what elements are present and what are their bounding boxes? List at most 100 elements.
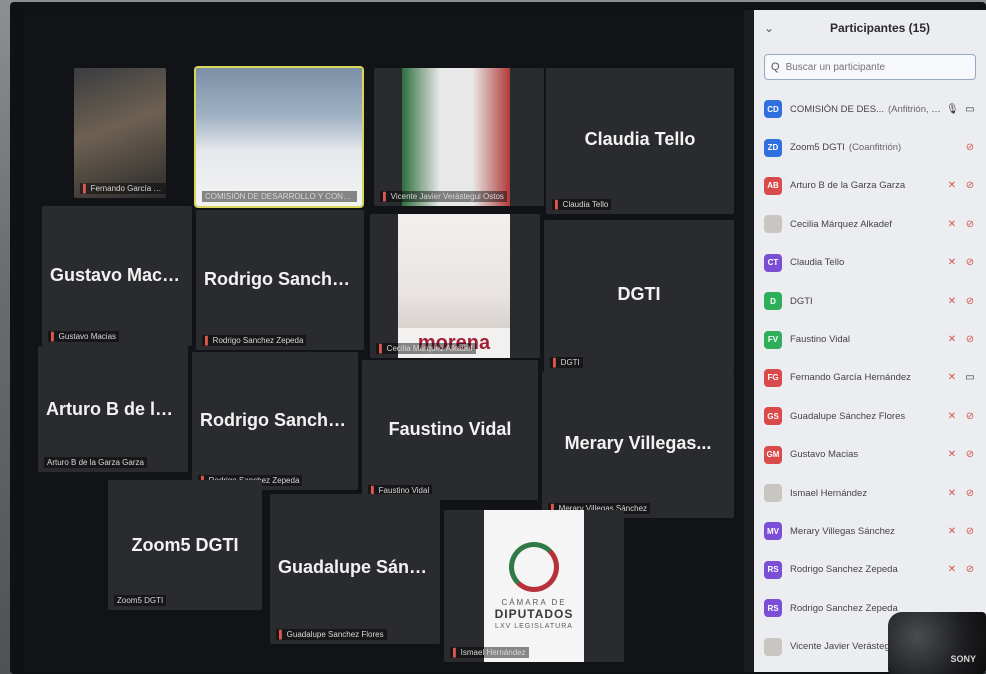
mic-off-icon: ▌ xyxy=(205,336,211,345)
mic-off-icon[interactable]: ✕ xyxy=(946,219,958,230)
participant-video xyxy=(402,68,510,206)
participant-name: DGTI xyxy=(790,296,942,307)
mic-off-icon[interactable]: ✕ xyxy=(946,449,958,460)
participant-status-icons: ✕ ⊘ xyxy=(946,449,976,460)
video-tile[interactable]: ▌Fernando García Hernández xyxy=(74,68,166,198)
search-box[interactable]: Q xyxy=(764,54,976,80)
participant-status-icons: ✕ ⊘ xyxy=(946,526,976,537)
participant-status-icons: ⊘ xyxy=(964,142,976,153)
mic-off-icon[interactable]: ✕ xyxy=(946,488,958,499)
camera-on-icon[interactable]: ▭ xyxy=(964,372,976,383)
camera-off-icon[interactable]: ⊘ xyxy=(964,142,976,153)
mic-on-icon[interactable]: 🎙 xyxy=(946,104,959,115)
avatar: MV xyxy=(764,522,782,541)
camera-off-icon[interactable]: ⊘ xyxy=(964,411,976,422)
panel-title: Participantes (15) xyxy=(829,21,931,35)
video-tile[interactable]: Merary Villegas... ▌ Merary Villegas Sánc… xyxy=(542,372,734,518)
video-tile[interactable]: Arturo B de la G... Arturo B de la Garza… xyxy=(38,346,188,472)
participant-name-text: Gustavo Macias xyxy=(790,449,859,461)
tile-name: Claudia Tello xyxy=(584,129,696,150)
participant-item[interactable]: GM Gustavo Macias ✕ ⊘ xyxy=(754,436,986,474)
participant-name-text: Claudia Tello xyxy=(790,257,845,269)
camera-off-icon[interactable]: ⊘ xyxy=(964,257,976,268)
video-tile[interactable]: morena ▌ Cecilia Márquez Alkadef xyxy=(370,214,540,358)
participant-item[interactable]: FG Fernando García Hernández ✕ ▭ xyxy=(754,359,986,397)
participant-name-text: Faustino Vidal xyxy=(790,334,851,346)
participant-status-icons: ✕ ⊘ xyxy=(946,257,976,268)
participant-item[interactable]: D DGTI ✕ ⊘ xyxy=(754,282,986,320)
participant-name-text: Ismael Hernández xyxy=(790,487,868,499)
tile-label: ▌ Gustavo Macias xyxy=(48,331,120,342)
video-tile[interactable]: ▌ Vicente Javier Verástegui Ostos xyxy=(374,68,544,206)
participant-item[interactable]: MV Merary Villegas Sánchez ✕ ⊘ xyxy=(754,512,986,550)
video-tile[interactable]: Claudia Tello ▌ Claudia Tello xyxy=(546,68,734,214)
video-tile[interactable]: Guadalupe Sánc... ▌ Guadalupe Sanchez Flo… xyxy=(270,494,440,644)
mic-off-icon[interactable]: ✕ xyxy=(946,296,958,307)
video-tile[interactable]: Rodrigo Sanche... ▌Rodrigo Sanchez Zeped… xyxy=(196,210,364,350)
tile-name: Merary Villegas... xyxy=(564,433,712,454)
video-tile[interactable]: Faustino Vidal ▌ Faustino Vidal xyxy=(362,360,538,500)
video-tile[interactable]: CÁMARA DE DIPUTADOS LXV LEGISLATURA ▌ Ism… xyxy=(444,510,624,662)
video-tile[interactable]: DGTI ▌ DGTI xyxy=(544,220,734,372)
participant-item[interactable]: ZD Zoom5 DGTI (Coanfitrión) ⊘ xyxy=(754,128,986,166)
video-tile-active-speaker[interactable]: COMISIÓN DE DESARROLLO Y CONSERVACIÓN... xyxy=(194,66,364,208)
avatar: D xyxy=(764,292,782,311)
participant-item[interactable]: CD COMISIÓN DE DES... (Anfitrión, yo) 🎙 ▭ xyxy=(754,90,986,128)
participant-item[interactable]: GS Guadalupe Sánchez Flores ✕ ⊘ xyxy=(754,397,986,435)
participant-name: COMISIÓN DE DES... (Anfitrión, yo) xyxy=(790,104,942,115)
participant-name-text: Rodrigo Sanchez Zepeda xyxy=(790,602,898,614)
video-tile[interactable]: Zoom5 DGTI Zoom5 DGTI xyxy=(108,480,262,610)
mic-off-icon[interactable]: ✕ xyxy=(946,564,958,575)
mic-off-icon[interactable]: ✕ xyxy=(946,411,958,422)
mic-off-icon[interactable]: ✕ xyxy=(946,334,958,345)
camera-off-icon[interactable]: ⊘ xyxy=(964,296,976,307)
participant-role: (Anfitrión, yo) xyxy=(887,103,942,115)
participant-name: Rodrigo Sanchez Zepeda xyxy=(790,564,942,575)
tile-name: DGTI xyxy=(617,283,661,304)
participant-item[interactable]: FV Faustino Vidal ✕ ⊘ xyxy=(754,320,986,358)
mic-off-icon[interactable]: ✕ xyxy=(946,180,958,191)
camara-diputados-logo: CÁMARA DE DIPUTADOS LXV LEGISLATURA xyxy=(484,510,584,662)
mic-off-icon[interactable]: ✕ xyxy=(946,372,958,383)
participant-item[interactable]: Cecilia Márquez Alkadef ✕ ⊘ xyxy=(754,205,986,243)
camera-off-icon[interactable]: ⊘ xyxy=(964,526,976,537)
tile-name: Arturo B de la G... xyxy=(46,398,188,419)
tile-label: ▌ Cecilia Márquez Alkadef xyxy=(376,343,476,354)
camera-off-icon[interactable]: ⊘ xyxy=(964,488,976,499)
participant-status-icons: 🎙 ▭ xyxy=(946,104,976,115)
participant-item[interactable]: AB Arturo B de la Garza Garza ✕ ⊘ xyxy=(754,167,986,205)
camera-off-icon[interactable]: ⊘ xyxy=(964,180,976,191)
video-tile[interactable]: Rodrigo Sanche... ▌Rodrigo Sanchez Zeped… xyxy=(192,352,358,490)
video-tile[interactable]: Gustavo Macias ▌ Gustavo Macias xyxy=(42,206,192,346)
avatar: RS xyxy=(764,560,782,579)
mic-off-icon[interactable]: ✕ xyxy=(946,526,958,537)
camera-device: SONY xyxy=(888,612,986,674)
search-icon: Q xyxy=(771,61,780,73)
participant-name-text: Arturo B de la Garza Garza xyxy=(790,180,906,192)
avatar: ZD xyxy=(764,138,782,157)
chevron-down-icon[interactable]: ⌄ xyxy=(764,21,784,35)
tile-name: Rodrigo Sanche... xyxy=(204,268,358,289)
mic-off-icon[interactable]: ✕ xyxy=(946,257,958,268)
participant-status-icons: ✕ ⊘ xyxy=(946,296,976,307)
search-input[interactable] xyxy=(783,60,958,74)
participant-status-icons: ✕ ⊘ xyxy=(946,219,976,230)
camera-off-icon[interactable]: ⊘ xyxy=(964,334,976,345)
participant-status-icons: ✕ ▭ xyxy=(946,372,976,383)
avatar xyxy=(764,637,782,656)
participant-video: morena xyxy=(398,214,510,358)
participant-video xyxy=(74,68,166,198)
camera-off-icon[interactable]: ⊘ xyxy=(964,449,976,460)
participant-name-text: Rodrigo Sanchez Zepeda xyxy=(790,564,898,576)
screen: ▌Fernando García Hernández COMISIÓN DE D… xyxy=(24,10,986,672)
participant-item[interactable]: CT Claudia Tello ✕ ⊘ xyxy=(754,244,986,282)
participant-item[interactable]: Ismael Hernández ✕ ⊘ xyxy=(754,474,986,512)
camera-on-icon[interactable]: ▭ xyxy=(964,104,976,115)
participant-status-icons: ✕ ⊘ xyxy=(946,180,976,191)
participant-item[interactable]: RS Rodrigo Sanchez Zepeda ✕ ⊘ xyxy=(754,551,986,589)
participant-name: Guadalupe Sánchez Flores xyxy=(790,411,942,422)
camera-off-icon[interactable]: ⊘ xyxy=(964,564,976,575)
participant-list: CD COMISIÓN DE DES... (Anfitrión, yo) 🎙 ▭ ZD Z… xyxy=(754,90,986,666)
camera-off-icon[interactable]: ⊘ xyxy=(964,219,976,230)
tile-name: Zoom5 DGTI xyxy=(131,534,239,555)
